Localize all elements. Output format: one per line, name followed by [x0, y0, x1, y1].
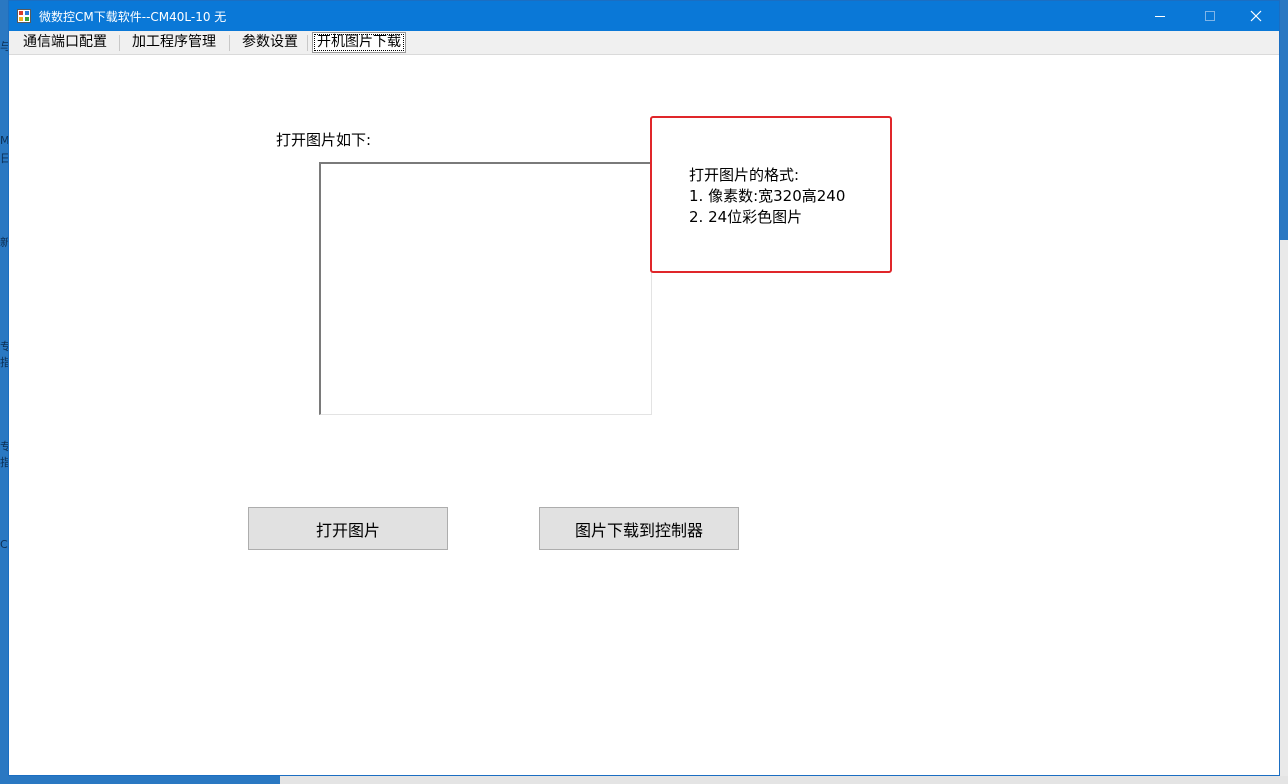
minimize-icon [1155, 16, 1165, 17]
title-bar[interactable]: 微数控CM下载软件--CM40L-10 无 [9, 1, 1279, 31]
close-icon [1250, 10, 1262, 22]
tab-strip: 通信端口配置 加工程序管理 参数设置 开机图片下载 [9, 31, 1279, 55]
open-image-button[interactable]: 打开图片 [248, 507, 448, 550]
background-window-edge [280, 776, 1288, 784]
open-image-label: 打开图片如下: [276, 131, 372, 149]
format-note-line1: 1. 像素数:宽320高240 [689, 187, 846, 205]
desktop-fragment: 新 [0, 236, 8, 249]
tab-parameter-settings[interactable]: 参数设置 [238, 33, 302, 52]
desktop-fragment: 日 [0, 152, 8, 165]
tab-separator [119, 35, 120, 51]
minimize-button[interactable] [1137, 1, 1183, 31]
download-to-controller-button[interactable]: 图片下载到控制器 [539, 507, 739, 550]
close-button[interactable] [1233, 1, 1279, 31]
maximize-icon [1205, 11, 1215, 21]
format-note-line2: 2. 24位彩色图片 [689, 208, 803, 226]
tab-comm-port-config[interactable]: 通信端口配置 [19, 33, 111, 52]
tab-content-panel: 打开图片如下: 打开图片的格式: 1. 像素数:宽320高240 2. 24位彩… [9, 55, 1279, 775]
maximize-button[interactable] [1187, 1, 1233, 31]
desktop-fragment: M [0, 134, 8, 147]
desktop-fragment: CM [0, 538, 8, 551]
format-note-heading: 打开图片的格式: [689, 166, 800, 184]
desktop-fragment: 专 [0, 340, 8, 353]
app-icon[interactable] [17, 9, 31, 23]
tab-separator [307, 35, 308, 51]
desktop-fragment: 与 [0, 40, 8, 53]
image-preview-box [319, 162, 652, 415]
desktop-fragment: 指 [0, 456, 8, 469]
tab-program-management[interactable]: 加工程序管理 [128, 33, 220, 52]
app-window: 微数控CM下载软件--CM40L-10 无 通信端口配置 加工程序管理 参数设置… [8, 0, 1280, 776]
window-title: 微数控CM下载软件--CM40L-10 无 [39, 10, 227, 24]
tab-separator [229, 35, 230, 51]
background-window-edge [1280, 240, 1288, 784]
desktop-fragment: 指 [0, 356, 8, 369]
format-note-box: 打开图片的格式: 1. 像素数:宽320高240 2. 24位彩色图片 [650, 116, 892, 273]
desktop-fragment: 专 [0, 440, 8, 453]
tab-boot-image-download[interactable]: 开机图片下载 [312, 32, 406, 53]
